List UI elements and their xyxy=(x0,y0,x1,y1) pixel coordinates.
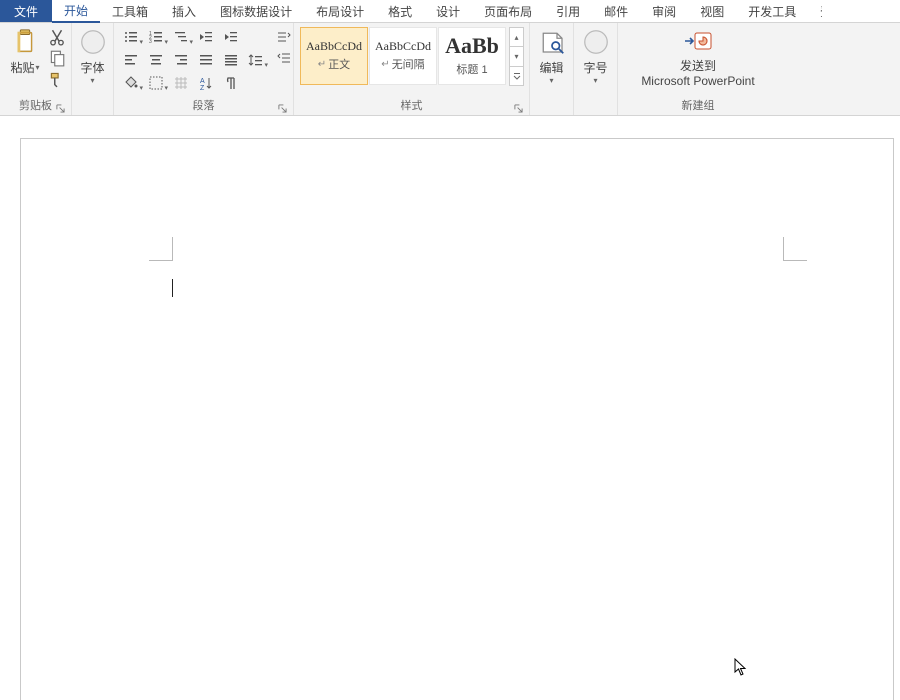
document-area[interactable] xyxy=(0,116,900,700)
numbering-button[interactable]: 123▾ xyxy=(145,27,167,47)
styles-scroll: ▴ ▾ xyxy=(509,27,524,85)
menu-view[interactable]: 视图 xyxy=(688,0,736,22)
paste-label: 粘贴 xyxy=(10,59,34,76)
align-justify-button[interactable] xyxy=(195,50,217,70)
borders-button[interactable]: ▾ xyxy=(145,73,167,93)
align-center-button[interactable] xyxy=(145,50,167,70)
menu-bar: 文件 开始 工具箱 插入 图标数据设计 布局设计 格式 设计 页面布局 引用 邮… xyxy=(0,0,900,23)
menu-format[interactable]: 格式 xyxy=(376,0,424,22)
caret-icon: ▾ xyxy=(549,76,553,85)
menu-toolbox[interactable]: 工具箱 xyxy=(100,0,160,22)
style-normal[interactable]: AaBbCcDd ↵正文 xyxy=(300,27,368,85)
clipboard-group-label: 剪贴板 xyxy=(4,99,67,115)
indent-column xyxy=(269,25,297,91)
styles-expand[interactable] xyxy=(509,66,524,86)
editing-group-label xyxy=(534,99,569,115)
font-icon xyxy=(78,27,108,57)
menu-mailings[interactable]: 邮件 xyxy=(592,0,640,22)
paragraph-mark-icon: ↵ xyxy=(381,59,389,70)
font-button[interactable]: 字体 ▾ xyxy=(76,25,109,85)
multilevel-list-button[interactable]: ▾ xyxy=(170,27,192,47)
ltr-text-button[interactable] xyxy=(273,27,295,47)
rtl-text-button[interactable] xyxy=(273,48,295,68)
svg-text:A: A xyxy=(200,78,205,85)
style-preview: AaBb xyxy=(442,35,502,57)
menu-design[interactable]: 设计 xyxy=(424,0,472,22)
find-icon xyxy=(537,27,567,57)
paragraph-dialog-launcher[interactable] xyxy=(276,102,288,114)
font-label: 字体 xyxy=(80,59,104,76)
sendto-label-line1: 发送到 xyxy=(680,57,716,74)
group-styles: AaBbCcDd ↵正文 AaBbCcDd ↵无间隔 AaBb 标题 1 ▴ ▾ xyxy=(294,23,530,115)
line-spacing-button[interactable]: ▾ xyxy=(245,50,267,70)
styles-scroll-up[interactable]: ▴ xyxy=(509,27,524,47)
copy-button[interactable] xyxy=(48,49,66,67)
group-fontsize: 字号 ▾ xyxy=(574,23,618,115)
clipboard-dialog-launcher[interactable] xyxy=(54,102,66,114)
paragraph-mark-icon: ↵ xyxy=(318,59,326,70)
increase-indent-button[interactable] xyxy=(220,27,242,47)
editing-label: 编辑 xyxy=(539,59,563,76)
group-new: 发送到 Microsoft PowerPoint 新建组 xyxy=(618,23,778,115)
new-group-label: 新建组 xyxy=(622,99,774,115)
caret-icon: ▾ xyxy=(36,63,40,72)
margin-corner-top-left xyxy=(149,237,173,261)
group-editing: 编辑 ▾ xyxy=(530,23,574,115)
fontsize-label: 字号 xyxy=(583,59,607,76)
caret-icon: ▾ xyxy=(593,76,597,85)
paragraph-group-label: 段落 xyxy=(118,99,289,115)
style-preview: AaBbCcDd xyxy=(375,40,431,52)
margin-corner-top-right xyxy=(783,237,807,261)
group-font: 字体 ▾ xyxy=(72,23,114,115)
menu-home[interactable]: 开始 xyxy=(52,0,100,23)
paste-icon xyxy=(10,27,40,57)
ribbon: 粘贴▾ 剪贴板 xyxy=(0,23,900,116)
editing-button[interactable]: 编辑 ▾ xyxy=(534,25,569,85)
menu-references[interactable]: 引用 xyxy=(544,0,592,22)
shading-button[interactable]: ▾ xyxy=(120,73,142,93)
snap-to-grid-button[interactable] xyxy=(170,73,192,93)
show-marks-button[interactable] xyxy=(220,73,242,93)
menu-insert[interactable]: 插入 xyxy=(160,0,208,22)
text-cursor xyxy=(172,279,173,297)
styles-scroll-down[interactable]: ▾ xyxy=(509,46,524,66)
page[interactable] xyxy=(20,138,894,700)
menu-page-layout[interactable]: 页面布局 xyxy=(472,0,544,22)
fontsize-group-label xyxy=(578,99,613,115)
cut-button[interactable] xyxy=(48,28,66,46)
menu-layout-design[interactable]: 布局设计 xyxy=(304,0,376,22)
format-painter-button[interactable] xyxy=(48,70,66,88)
clipboard-mini-column xyxy=(48,25,66,88)
menu-developer[interactable]: 开发工具 xyxy=(736,0,808,22)
bullets-button[interactable]: ▾ xyxy=(120,27,142,47)
fontsize-icon xyxy=(581,27,611,57)
distributed-button[interactable] xyxy=(220,50,242,70)
style-no-spacing[interactable]: AaBbCcDd ↵无间隔 xyxy=(369,27,437,85)
styles-group-label: 样式 xyxy=(298,99,525,115)
decrease-indent-button[interactable] xyxy=(195,27,217,47)
paragraph-grid: ▾ 123▾ ▾ ▾ ▾ ▾ AZ xyxy=(118,25,269,95)
send-to-powerpoint-icon xyxy=(681,27,715,55)
menu-review[interactable]: 审阅 xyxy=(640,0,688,22)
caret-icon: ▾ xyxy=(90,76,94,85)
styles-dialog-launcher[interactable] xyxy=(512,102,524,114)
group-paragraph: ▾ 123▾ ▾ ▾ ▾ ▾ AZ xyxy=(114,23,294,115)
menu-file[interactable]: 文件 xyxy=(0,0,52,22)
paste-button[interactable]: 粘贴▾ xyxy=(4,25,46,76)
svg-text:3: 3 xyxy=(149,39,152,45)
menu-chart-data-design[interactable]: 图标数据设计 xyxy=(208,0,304,22)
sort-button[interactable]: AZ xyxy=(195,73,217,93)
fontsize-button[interactable]: 字号 ▾ xyxy=(578,25,613,85)
align-left-button[interactable] xyxy=(120,50,142,70)
font-group-label xyxy=(76,99,109,115)
group-clipboard: 粘贴▾ 剪贴板 xyxy=(0,23,72,115)
send-to-powerpoint-button[interactable]: 发送到 Microsoft PowerPoint xyxy=(633,25,762,88)
style-heading1[interactable]: AaBb 标题 1 xyxy=(438,27,506,85)
align-right-button[interactable] xyxy=(170,50,192,70)
menu-login-truncated[interactable]: 登 xyxy=(808,0,822,22)
svg-text:Z: Z xyxy=(200,85,205,91)
style-preview: AaBbCcDd xyxy=(306,40,362,52)
styles-gallery: AaBbCcDd ↵正文 AaBbCcDd ↵无间隔 AaBb 标题 1 ▴ ▾ xyxy=(298,25,524,85)
sendto-label-line2: Microsoft PowerPoint xyxy=(641,74,754,88)
